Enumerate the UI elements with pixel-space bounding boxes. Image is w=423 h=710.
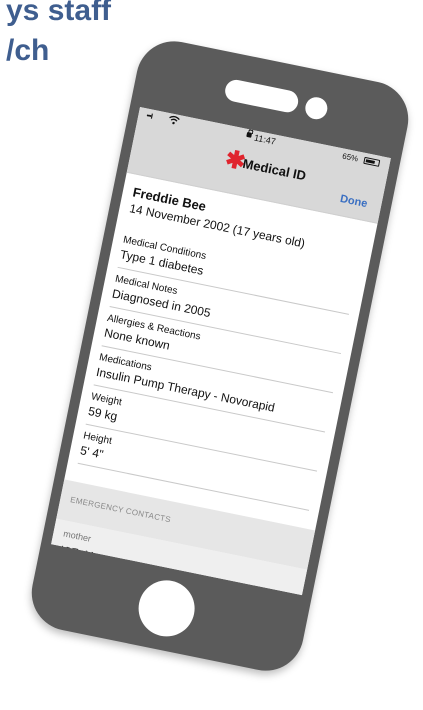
signal-icon: •••ll: [145, 112, 153, 121]
phone-speaker: [223, 77, 301, 115]
battery-icon: [363, 156, 381, 167]
nav-title: Medical ID: [241, 155, 308, 184]
lock-icon: [246, 131, 253, 138]
status-time: 11:47: [253, 132, 277, 147]
done-button[interactable]: Done: [339, 193, 368, 210]
emergency-contacts-title: EMERGENCY CONTACTS: [69, 495, 172, 525]
phone-screen: •••ll 11:47 65% ✱ Medical ID Done Freddi…: [51, 107, 391, 596]
wifi-icon: [167, 114, 181, 129]
background-heading-line-2: /ch: [6, 34, 50, 67]
medical-id-content: Freddie Bee 14 November 2002 (17 years o…: [68, 173, 378, 513]
phone-camera: [303, 95, 330, 122]
page: ys staff /ch •••ll 11:47 65% ✱ Medical I…: [0, 0, 423, 710]
home-button[interactable]: [133, 575, 200, 642]
battery-percent: 65%: [341, 151, 359, 164]
background-heading-line-1: ys staff: [6, 0, 112, 27]
phone-device: •••ll 11:47 65% ✱ Medical ID Done Freddi…: [24, 34, 416, 678]
